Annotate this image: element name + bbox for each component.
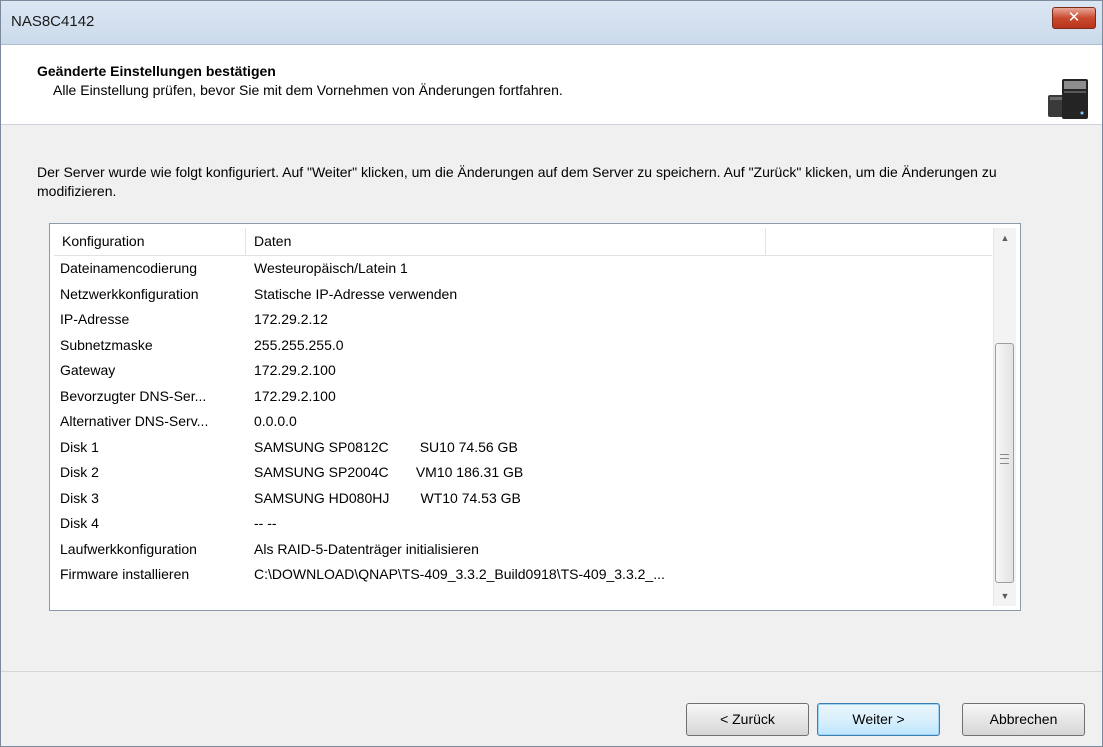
table-row[interactable]: Subnetzmaske 255.255.255.0 [54, 333, 992, 359]
table-row[interactable]: Netzwerkkonfiguration Statische IP-Adress… [54, 282, 992, 308]
description-text: Der Server wurde wie folgt konfiguriert.… [37, 164, 997, 199]
row-value: C:\DOWNLOAD\QNAP\TS-409_3.3.2_Build0918\… [254, 566, 665, 582]
column-header-konfiguration[interactable]: Konfiguration [54, 228, 246, 255]
nas-server-icon [1048, 79, 1088, 119]
row-key: Laufwerkkonfiguration [60, 540, 197, 557]
row-value: Westeuropäisch/Latein 1 [254, 260, 408, 276]
table-row[interactable]: Laufwerkkonfiguration Als RAID-5-Datenträ… [54, 537, 992, 563]
row-value: SAMSUNG HD080HJ WT10 74.53 GB [254, 489, 521, 506]
row-value: 255.255.255.0 [254, 336, 344, 353]
scrollbar-thumb[interactable] [995, 343, 1014, 583]
config-list[interactable]: Konfiguration Daten Dateinamencodierung W… [49, 223, 1021, 611]
title-bar[interactable]: NAS8C4142 ✕ [1, 1, 1102, 45]
row-key: Disk 4 [60, 515, 99, 531]
row-value: 172.29.2.100 [254, 362, 336, 378]
row-key: Subnetzmaske [60, 336, 153, 353]
wizard-content: Der Server wurde wie folgt konfiguriert.… [1, 125, 1102, 671]
cancel-button[interactable]: Abbrechen [962, 703, 1085, 736]
row-key: Firmware installieren [60, 566, 190, 582]
vertical-scrollbar[interactable]: ▲ ▼ [993, 228, 1016, 606]
row-key: Disk 2 [60, 464, 99, 480]
table-row[interactable]: Gateway 172.29.2.100 [54, 358, 992, 384]
row-key: Bevorzugter DNS-Ser... [60, 387, 207, 404]
row-key: Dateinamencodierung [60, 260, 197, 276]
row-value: SAMSUNG SP0812C SU10 74.56 GB [254, 438, 518, 455]
row-value: 0.0.0.0 [254, 413, 297, 429]
row-key: IP-Adresse [60, 311, 130, 327]
table-row[interactable]: Disk 2 SAMSUNG SP2004C VM10 186.31 GB [54, 460, 992, 486]
table-row[interactable]: Disk 4 -- -- [54, 511, 992, 537]
table-row[interactable]: Alternativer DNS-Serv... 0.0.0.0 [54, 409, 992, 435]
row-key: Netzwerkkonfiguration [60, 285, 199, 302]
row-key: Gateway [60, 362, 116, 378]
page-subtitle: Alle Einstellung prüfen, bevor Sie mit d… [53, 82, 563, 98]
table-row[interactable]: Bevorzugter DNS-Ser... 172.29.2.100 [54, 384, 992, 410]
wizard-window: NAS8C4142 ✕ Geänderte Einstellungen best… [0, 0, 1103, 747]
table-row[interactable]: Dateinamencodierung Westeuropäisch/Latein… [54, 256, 992, 282]
next-button[interactable]: Weiter > [817, 703, 940, 736]
table-row[interactable]: Disk 1 SAMSUNG SP0812C SU10 74.56 GB [54, 435, 992, 461]
row-value: Als RAID-5-Datenträger initialisieren [254, 540, 479, 557]
table-row[interactable]: Disk 3 SAMSUNG HD080HJ WT10 74.53 GB [54, 486, 992, 512]
page-title: Geänderte Einstellungen bestätigen [37, 63, 276, 79]
back-button[interactable]: < Zurück [686, 703, 809, 736]
table-row[interactable]: Firmware installieren C:\DOWNLOAD\QNAP\TS… [54, 562, 992, 588]
row-value: 172.29.2.12 [254, 311, 328, 327]
scroll-down-arrow-icon[interactable]: ▼ [994, 586, 1016, 606]
row-key: Disk 1 [60, 438, 99, 455]
row-value: SAMSUNG SP2004C VM10 186.31 GB [254, 464, 524, 480]
grip-icon [1000, 454, 1009, 464]
window-title: NAS8C4142 [11, 13, 95, 30]
table-row[interactable]: IP-Adresse 172.29.2.12 [54, 307, 992, 333]
column-header-daten[interactable]: Daten [246, 228, 766, 255]
row-key: Alternativer DNS-Serv... [60, 413, 209, 429]
scroll-up-arrow-icon[interactable]: ▲ [994, 228, 1016, 248]
row-value: 172.29.2.100 [254, 387, 336, 404]
list-header: Konfiguration Daten [54, 228, 992, 256]
wizard-header: Geänderte Einstellungen bestätigen Alle … [1, 45, 1102, 125]
row-key: Disk 3 [60, 489, 99, 506]
row-value: Statische IP-Adresse verwenden [254, 285, 458, 302]
row-value: -- -- [254, 515, 277, 531]
column-header-empty[interactable] [766, 228, 992, 255]
button-bar: < Zurück Weiter > Abbrechen [1, 671, 1102, 746]
close-button[interactable]: ✕ [1052, 7, 1096, 29]
